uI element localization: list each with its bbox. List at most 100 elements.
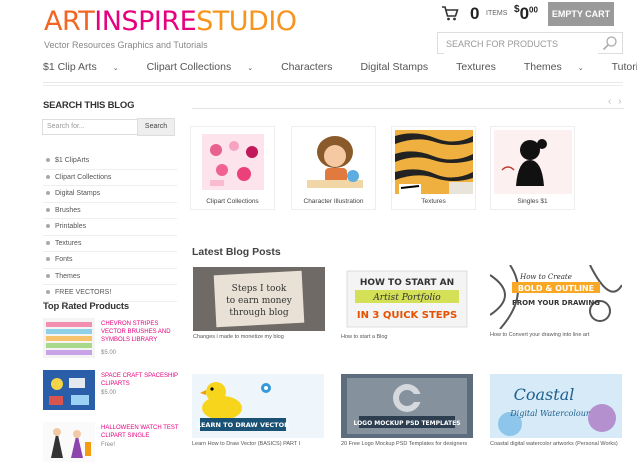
blog-post-caption[interactable]: Coastal digital watercolor artworks (Per… xyxy=(490,441,625,448)
main-nav: $1 Clip Arts ⌄ Clipart Collections ⌄ Chara… xyxy=(43,61,637,79)
nav-tutorials[interactable]: Tutorials xyxy=(612,61,637,79)
blog-post[interactable]: HOW TO START AN Artist Portfolio IN 3 QU… xyxy=(341,267,473,345)
character-illustration-image xyxy=(295,130,373,194)
blog-search-button[interactable]: Search xyxy=(137,118,175,136)
product-thumbnail[interactable] xyxy=(43,422,95,462)
logo-part-studio: STUDIO xyxy=(196,6,297,37)
svg-text:through blog: through blog xyxy=(229,308,288,318)
product-price: Free! xyxy=(101,442,116,448)
category-item[interactable]: Clipart Collections xyxy=(43,170,177,186)
category-card[interactable]: Character Illustration xyxy=(291,126,376,210)
category-item[interactable]: Themes xyxy=(43,269,177,285)
nav-clipart-collections[interactable]: Clipart Collections ⌄ xyxy=(147,61,268,79)
site-tagline: Vector Resources Graphics and Tutorials xyxy=(44,40,208,50)
product-name[interactable]: SPACE CRAFT SPACESHIP CLIPARTS xyxy=(101,372,181,388)
card-caption: Singles $1 xyxy=(517,198,548,205)
product-thumbnail[interactable] xyxy=(43,318,95,358)
blog-post[interactable]: LEARN TO DRAW VECTOR Learn How to Draw V… xyxy=(192,374,324,464)
product-name[interactable]: CHEVRON STRIPES VECTOR BRUSHES AND SYMBO… xyxy=(101,320,181,344)
blog-post-caption[interactable]: How to start a Blog xyxy=(341,334,476,341)
blog-post-image[interactable]: Steps I took to earn money through blog xyxy=(193,267,325,331)
product-price: $5.00 xyxy=(101,350,117,356)
blog-post-image[interactable]: LEARN TO DRAW VECTOR xyxy=(192,374,324,438)
nav-label: $1 Clip Arts xyxy=(43,61,97,73)
category-item[interactable]: FREE VECTORS! xyxy=(43,285,177,302)
svg-text:to earn money: to earn money xyxy=(226,296,293,306)
nav-digital-stamps[interactable]: Digital Stamps xyxy=(360,61,442,79)
blog-post-image[interactable]: HOW TO START AN Artist Portfolio IN 3 QU… xyxy=(341,267,473,331)
blog-post-caption[interactable]: Changes i made to monetize my blog xyxy=(193,334,328,341)
product-search xyxy=(437,32,623,54)
blog-post[interactable]: LOGO MOCKUP PSD TEMPLATES 20 Free Logo M… xyxy=(341,374,473,464)
category-card[interactable]: Singles $1 xyxy=(490,126,575,210)
chevron-down-icon: ⌄ xyxy=(577,65,584,72)
cart-items-label: ITEMS xyxy=(486,10,508,17)
post-image-text-top: HOW TO START AN xyxy=(360,278,454,288)
product-item[interactable]: CHEVRON STRIPES VECTOR BRUSHES AND SYMBO… xyxy=(43,318,183,362)
carousel-arrows[interactable]: ‹ › xyxy=(608,96,623,107)
blog-post[interactable]: Steps I took to earn money through blog … xyxy=(193,267,325,345)
singles-image xyxy=(494,130,572,194)
empty-cart-button[interactable]: EMPTY CART xyxy=(548,2,614,26)
blog-post-caption[interactable]: Learn How to Draw Vector (BASICS) PART I xyxy=(192,441,327,448)
card-caption: Character Illustration xyxy=(303,198,364,205)
nav-textures[interactable]: Textures xyxy=(456,61,510,79)
nav-label: Tutorials xyxy=(611,61,637,73)
category-list: $1 ClipArts Clipart Collections Digital … xyxy=(43,153,177,302)
blog-post-image[interactable]: LOGO MOCKUP PSD TEMPLATES xyxy=(341,374,473,438)
svg-text:Steps I took: Steps I took xyxy=(232,284,287,294)
nav-label: Clipart Collections xyxy=(146,61,232,73)
post-image-text-top: Coastal xyxy=(514,385,575,404)
nav-label: Themes xyxy=(523,61,562,73)
product-name[interactable]: HALLOWEEN WATCH TEST CLIPART SINGLE xyxy=(101,424,181,440)
product-item[interactable]: HALLOWEEN WATCH TEST CLIPART SINGLE Free… xyxy=(43,422,183,464)
category-item[interactable]: Digital Stamps xyxy=(43,186,177,203)
post-image-text-bottom: IN 3 QUICK STEPS xyxy=(357,310,457,321)
blog-post-caption[interactable]: 20 Free Logo Mockup PSD Templates for de… xyxy=(341,441,476,448)
top-rated-title: Top Rated Products xyxy=(43,301,129,312)
category-item[interactable]: Fonts xyxy=(43,252,177,269)
blog-post-image[interactable]: Coastal Digital Watercolour xyxy=(490,374,622,438)
nav-characters[interactable]: Characters xyxy=(281,61,346,79)
category-item[interactable]: Brushes xyxy=(43,203,177,219)
post-image-text-mid: Artist Portfolio xyxy=(372,293,441,303)
category-item[interactable]: $1 ClipArts xyxy=(43,153,177,170)
card-caption: Clipart Collections xyxy=(206,198,259,205)
carousel-divider xyxy=(192,108,624,109)
clipart-collections-image xyxy=(194,130,272,194)
blog-post-image[interactable]: How to Create BOLD & OUTLINE FROM YOUR D… xyxy=(490,265,622,329)
product-item[interactable]: SPACE CRAFT SPACESHIP CLIPARTS $5.00 xyxy=(43,370,183,414)
blog-search-input[interactable]: Search for... xyxy=(42,119,140,135)
product-price: $5.00 xyxy=(101,390,117,396)
cart-total: $000 xyxy=(514,4,538,24)
product-thumbnail[interactable] xyxy=(43,370,95,410)
blog-post[interactable]: How to Create BOLD & OUTLINE FROM YOUR D… xyxy=(490,265,622,345)
nav-themes[interactable]: Themes ⌄ xyxy=(524,61,598,79)
nav-clip-arts[interactable]: $1 Clip Arts ⌄ xyxy=(43,61,133,79)
category-item[interactable]: Textures xyxy=(43,236,177,252)
search-icon[interactable] xyxy=(602,35,618,51)
nav-divider xyxy=(43,82,623,83)
blog-post-caption[interactable]: How to Convert your drawing into line ar… xyxy=(490,332,625,339)
latest-blog-posts-title: Latest Blog Posts xyxy=(192,246,281,258)
cart-icon[interactable] xyxy=(441,4,459,22)
logo-part-inspire: INSPIRE xyxy=(94,6,197,37)
category-card[interactable]: Clipart Collections xyxy=(190,126,275,210)
post-image-text-mid: BOLD & OUTLINE xyxy=(518,284,594,293)
post-image-text: LEARN TO DRAW VECTOR xyxy=(197,421,289,429)
card-caption: Textures xyxy=(421,198,446,205)
chevron-down-icon: ⌄ xyxy=(112,65,119,72)
nav-label: Characters xyxy=(281,61,333,73)
category-card[interactable]: Textures xyxy=(391,126,476,210)
nav-divider xyxy=(43,85,623,86)
post-image-text-bottom: FROM YOUR DRAWING xyxy=(512,299,600,307)
post-image-text: LOGO MOCKUP PSD TEMPLATES xyxy=(353,420,460,427)
search-blog-title: SEARCH THIS BLOG xyxy=(43,100,135,111)
blog-post[interactable]: Coastal Digital Watercolour Coastal digi… xyxy=(490,374,622,464)
site-logo[interactable]: ARTINSPIRESTUDIO xyxy=(44,6,297,37)
product-search-input[interactable] xyxy=(444,34,598,54)
nav-label: Textures xyxy=(456,61,496,73)
textures-image xyxy=(395,130,473,194)
cart-count: 0 xyxy=(470,4,480,23)
category-item[interactable]: Printables xyxy=(43,219,177,236)
